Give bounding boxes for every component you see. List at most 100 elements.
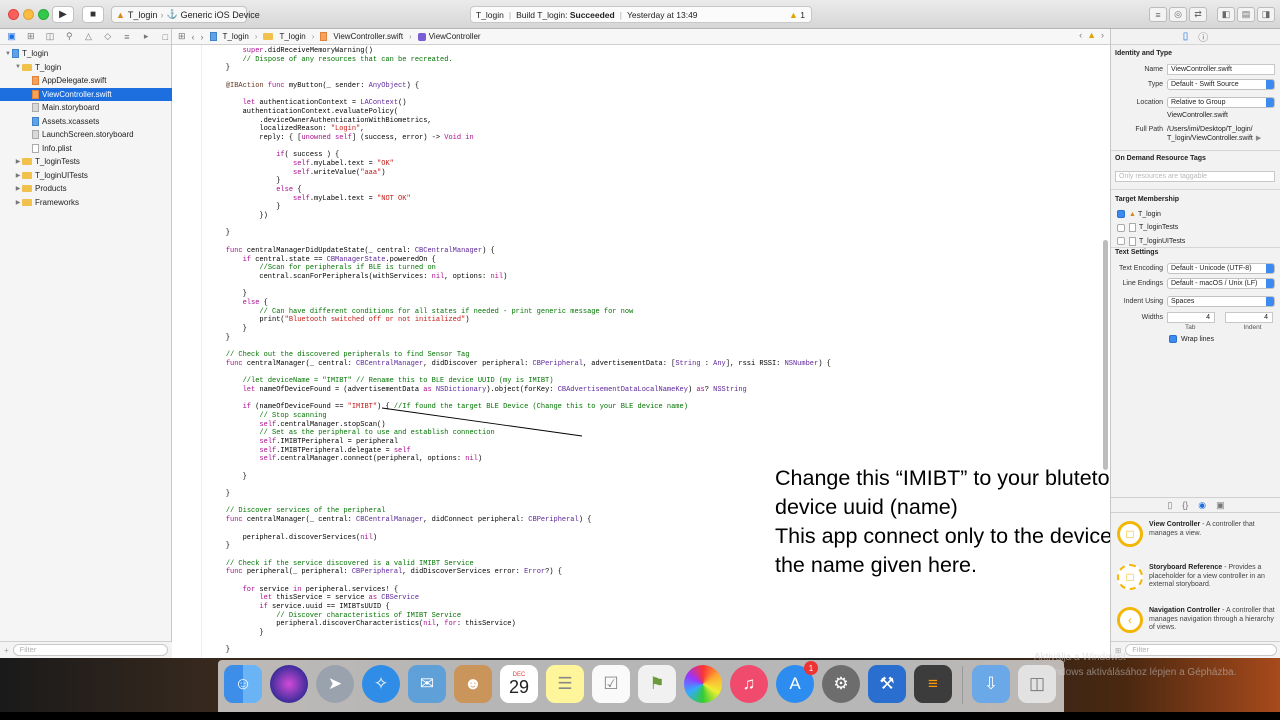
file-template-icon[interactable]: ▯	[1167, 500, 1172, 511]
odr-section-title: On Demand Resource Tags	[1115, 155, 1206, 162]
navigator-item[interactable]: ViewController.swift	[0, 87, 172, 101]
scheme-selector[interactable]: ▲ T_login › ⚓ Generic iOS Device	[111, 6, 260, 23]
odr-tags-field[interactable]: Only resources are taggable	[1115, 170, 1275, 182]
related-items-icon[interactable]: ⊞	[178, 31, 186, 42]
reveal-icon[interactable]: ▶	[1256, 134, 1261, 142]
notes-icon[interactable]: ☰	[546, 665, 584, 703]
encoding-select[interactable]: Default - Unicode (UTF-8)	[1167, 262, 1275, 274]
navigator-filter-input[interactable]: Filter	[12, 644, 168, 656]
assistant-editor-button[interactable]: ◎	[1169, 7, 1187, 22]
standard-editor-button[interactable]: ≡	[1149, 7, 1167, 22]
code-snippet-icon[interactable]: {}	[1182, 500, 1188, 510]
activity-project: T_login	[476, 9, 504, 20]
navigator-item[interactable]: ▶ T_loginTests	[0, 155, 172, 168]
location-select[interactable]: Relative to Group	[1167, 96, 1275, 108]
mail-icon[interactable]: ✉	[408, 665, 446, 703]
reminders-icon[interactable]: ☑	[592, 665, 630, 703]
file-inspector-icon[interactable]: ▯	[1183, 31, 1189, 42]
toggle-inspector-button[interactable]: ◨	[1257, 7, 1275, 22]
warning-icon[interactable]: ▲	[1087, 30, 1096, 40]
text-settings-title: Text Settings	[1115, 249, 1159, 256]
object-library-icon[interactable]: ◉	[1198, 500, 1206, 511]
source-control-icon[interactable]: ⊞	[25, 31, 36, 42]
source-editor[interactable]: super.didReceiveMemoryWarning() // Dispo…	[172, 45, 1110, 658]
navigator-item[interactable]: ▶ Frameworks	[0, 196, 172, 209]
navigator-item[interactable]: ▶ T_loginUITests	[0, 169, 172, 182]
navigator-item[interactable]: Assets.xcassets	[0, 115, 172, 128]
calendar-icon[interactable]: DEC 29	[500, 665, 538, 703]
previous-issue-icon[interactable]: ‹	[1079, 30, 1082, 40]
breadcrumb-project[interactable]: T_login	[209, 32, 249, 41]
disclosure-triangle-icon[interactable]: ▼	[14, 64, 22, 70]
quick-help-icon[interactable]: ⓘ	[1198, 29, 1208, 44]
downloads-folder-icon[interactable]: ⇩	[972, 665, 1010, 703]
screen-bottom-edge	[0, 712, 1280, 720]
disclosure-triangle-icon[interactable]: ▶	[14, 185, 22, 192]
navigator-item[interactable]: ▼ T_login	[0, 47, 172, 60]
line-endings-select[interactable]: Default - macOS / Unix (LF)	[1167, 277, 1275, 289]
next-issue-icon[interactable]: ›	[1101, 30, 1104, 40]
navigator-item[interactable]: ▼ T_login	[0, 61, 172, 74]
rings-icon: ◎	[1174, 9, 1182, 19]
navigator-item[interactable]: LaunchScreen.storyboard	[0, 128, 172, 141]
siri-icon[interactable]	[270, 665, 308, 703]
back-arrow-icon[interactable]: ‹	[192, 32, 195, 42]
media-library-icon[interactable]: ▣	[1216, 500, 1225, 511]
add-icon[interactable]: +	[4, 646, 9, 655]
search-icon[interactable]: ⚲	[64, 31, 75, 42]
forward-arrow-icon[interactable]: ›	[201, 32, 204, 42]
debug-icon[interactable]: ≡	[121, 32, 132, 42]
xcode-icon[interactable]: ⚒	[868, 665, 906, 703]
indent-using-select[interactable]: Spaces	[1167, 295, 1275, 307]
music-icon[interactable]: ♫	[730, 665, 768, 703]
library-item[interactable]: □ View Controller - A controller that man…	[1111, 517, 1280, 559]
test-icon[interactable]: ◇	[102, 31, 113, 42]
safari-icon[interactable]: ✧	[362, 665, 400, 703]
app-store-icon[interactable]: A 1	[776, 661, 818, 703]
warning-icon[interactable]: △	[83, 31, 94, 42]
calculator-icon[interactable]: ≡	[914, 665, 952, 703]
target-checkbox[interactable]	[1117, 223, 1125, 232]
folder-icon[interactable]: ▣	[6, 31, 17, 42]
finder-icon[interactable]: ☺	[224, 665, 262, 703]
trash-icon[interactable]: ◫	[1018, 665, 1056, 703]
type-select[interactable]: Default - Swift Source	[1167, 78, 1275, 90]
version-editor-button[interactable]: ⇄	[1189, 7, 1207, 22]
navigator-item[interactable]: AppDelegate.swift	[0, 74, 172, 87]
maps-icon[interactable]: ⚑	[638, 665, 676, 703]
wrap-lines-checkbox[interactable]	[1169, 335, 1177, 343]
disclosure-triangle-icon[interactable]: ▶	[14, 172, 22, 179]
run-button[interactable]: ▶	[52, 6, 74, 23]
breakpoint-icon[interactable]: ▸	[141, 31, 152, 42]
zoom-window-button[interactable]	[38, 9, 49, 20]
launchpad-icon[interactable]: ➤	[316, 665, 354, 703]
toggle-navigator-button[interactable]: ◧	[1217, 7, 1235, 22]
photos-icon[interactable]	[684, 665, 722, 703]
breadcrumb-symbol[interactable]: ViewController	[417, 32, 481, 41]
close-window-button[interactable]	[8, 9, 19, 20]
name-field[interactable]: ViewController.swift	[1167, 63, 1275, 75]
target-checkbox[interactable]	[1117, 210, 1125, 218]
toggle-debug-area-button[interactable]: ▤	[1237, 7, 1255, 22]
breadcrumb-group[interactable]: T_login	[263, 32, 306, 41]
stop-button[interactable]: ■	[82, 6, 104, 23]
library-item[interactable]: ‹ Navigation Controller - A controller th…	[1111, 603, 1280, 645]
navigator-item[interactable]: Main.storyboard	[0, 101, 172, 114]
navigator-item[interactable]: ▶ Products	[0, 182, 172, 195]
breadcrumb-file[interactable]: ViewController.swift	[320, 32, 403, 41]
system-preferences-icon[interactable]: ⚙	[822, 665, 860, 703]
navigator-item-label: T_login	[35, 62, 62, 72]
symbol-icon[interactable]: ◫	[44, 31, 55, 42]
library-item[interactable]: □ Storyboard Reference - Provides a place…	[1111, 560, 1280, 602]
disclosure-triangle-icon[interactable]: ▶	[14, 199, 22, 206]
vertical-scrollbar[interactable]	[1103, 240, 1108, 470]
scheme-target-label: T_login	[127, 9, 158, 20]
contacts-icon[interactable]: ☻	[454, 665, 492, 703]
disclosure-triangle-icon[interactable]: ▼	[4, 51, 12, 57]
minimize-window-button[interactable]	[23, 9, 34, 20]
warning-indicator[interactable]: ▲ 1	[789, 10, 805, 20]
report-icon[interactable]: □	[160, 32, 171, 42]
disclosure-triangle-icon[interactable]: ▶	[14, 158, 22, 165]
navigator-item[interactable]: Info.plist	[0, 142, 172, 155]
target-checkbox[interactable]	[1117, 237, 1125, 245]
